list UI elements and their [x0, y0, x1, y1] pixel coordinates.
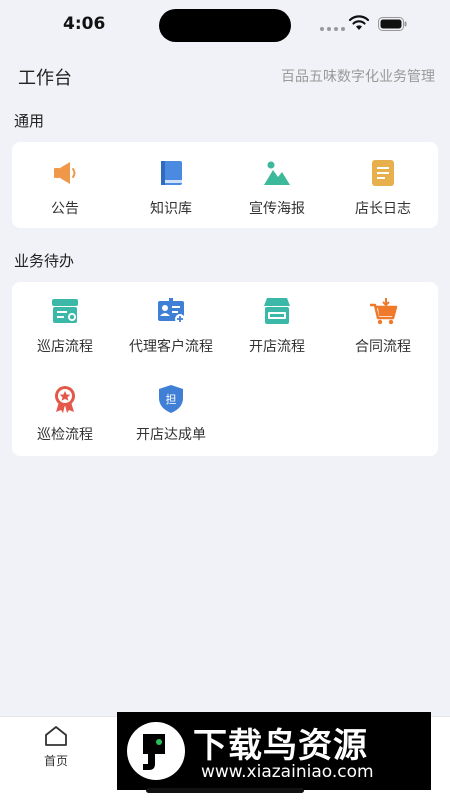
signal-icon	[320, 27, 345, 31]
book-icon	[161, 161, 182, 185]
tab-home[interactable]: 首页	[36, 725, 76, 769]
bird-logo-icon	[127, 722, 185, 780]
megaphone-icon	[54, 162, 76, 184]
poster-item[interactable]: 宣传海报	[224, 158, 330, 218]
home-indicator	[146, 788, 304, 793]
watermark-banner: 下载鸟资源 www.xiazainiao.com	[117, 712, 431, 790]
manager-log-label: 店长日志	[355, 201, 411, 217]
agent-card-icon	[158, 298, 185, 324]
contract-item[interactable]: 合同流程	[330, 296, 436, 356]
badge-icon	[55, 386, 75, 413]
section-title-tasks: 业务待办	[14, 252, 75, 270]
cart-icon	[370, 298, 398, 325]
contract-label: 合同流程	[355, 339, 411, 355]
manager-log-item[interactable]: 店长日志	[330, 158, 436, 218]
store-achievement-item[interactable]: 担 开店达成单	[118, 384, 224, 444]
page-header: 工作台 百品五味数字化业务管理	[0, 62, 450, 90]
knowledge-base-label: 知识库	[150, 201, 192, 217]
page-title: 工作台	[18, 68, 72, 89]
poster-label: 宣传海报	[249, 201, 305, 217]
company-name: 百品五味数字化业务管理	[281, 69, 435, 85]
store-open-icon	[264, 298, 290, 324]
status-bar: 4:06	[0, 0, 450, 50]
announcement-label: 公告	[51, 201, 79, 217]
status-time: 4:06	[63, 14, 106, 34]
announcement-item[interactable]: 公告	[12, 158, 118, 218]
camera-notch	[159, 9, 291, 42]
image-icon	[264, 161, 290, 185]
shield-icon: 担	[159, 385, 183, 413]
svg-text:担: 担	[166, 392, 177, 406]
battery-icon	[378, 17, 407, 31]
wifi-icon	[348, 15, 370, 30]
tab-home-label: 首页	[43, 754, 68, 768]
store-achievement-label: 开店达成单	[136, 427, 206, 443]
store-patrol-label: 巡店流程	[37, 339, 93, 355]
store-patrol-icon	[52, 299, 78, 323]
inspection-label: 巡检流程	[37, 427, 93, 443]
knowledge-base-item[interactable]: 知识库	[118, 158, 224, 218]
store-patrol-item[interactable]: 巡店流程	[12, 296, 118, 356]
agent-customer-item[interactable]: 代理客户流程	[118, 296, 224, 356]
document-icon	[372, 160, 394, 186]
watermark-url: www.xiazainiao.com	[201, 762, 374, 782]
section-title-general: 通用	[14, 112, 45, 130]
watermark-title: 下载鸟资源	[193, 726, 368, 766]
store-open-item[interactable]: 开店流程	[224, 296, 330, 356]
inspection-item[interactable]: 巡检流程	[12, 384, 118, 444]
tasks-card: 巡店流程 代理客户流程 开店流程 合同流程 巡检流程 担 开店达成单	[12, 282, 438, 456]
store-open-label: 开店流程	[249, 339, 305, 355]
home-icon	[45, 726, 67, 746]
agent-customer-label: 代理客户流程	[129, 339, 213, 355]
general-card: 公告 知识库 宣传海报 店长日志	[12, 142, 438, 228]
